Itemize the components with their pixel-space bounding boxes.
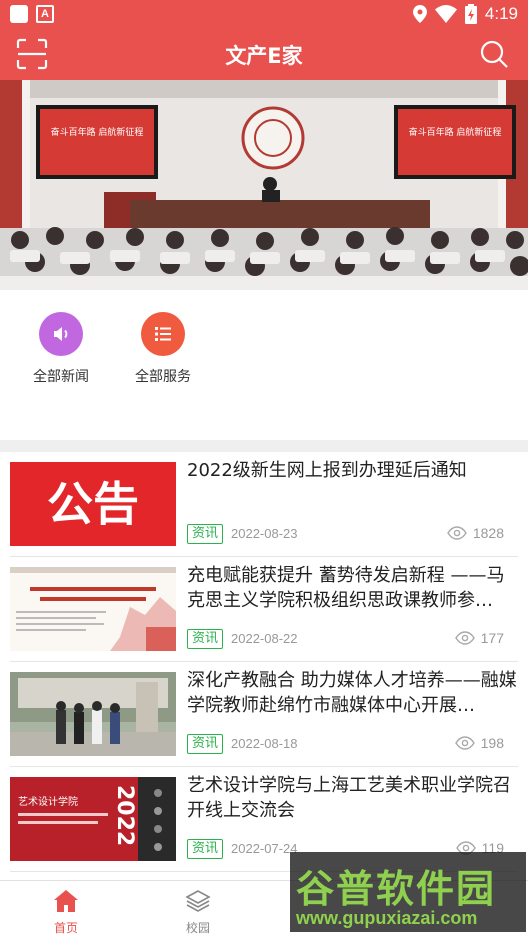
banner-screen-text-right: 奋斗百年路 启航新征程 [409,126,502,138]
news-thumbnail: 公告 [10,462,176,546]
list-item[interactable]: 充电赋能获提升 蓄势待发启新程 ——马克思主义学院积极组织思政课教师参… 资讯 … [10,557,518,662]
category-tag: 资讯 [187,629,224,649]
publish-date: 2022-08-23 [231,526,298,541]
nav-label-home: 首页 [53,921,78,935]
thumbnail-text: 艺术设计学院 [18,795,78,808]
eye-icon [454,631,475,645]
home-icon [54,890,78,912]
view-count: 177 [454,630,504,646]
thumbnail-text: 公告 [47,477,139,531]
all-services-label: 全部服务 [135,369,191,385]
publish-date: 2022-08-22 [231,631,298,646]
publish-date: 2022-07-24 [231,841,298,856]
category-tag: 资讯 [187,839,224,859]
quick-entry-panel: 全部新闻 全部服务 [0,290,528,440]
nav-label-campus: 校园 [185,921,210,935]
publish-date: 2022-08-18 [231,736,298,751]
list-item[interactable]: 深化产教融合 助力媒体人才培养——融媒学院教师赴绵竹市融媒体中心开展… 资讯 2… [10,662,518,767]
status-bar: A 4:19 [0,0,528,28]
news-title: 艺术设计学院与上海工艺美术职业学院召开线上交流会 [187,775,511,821]
eye-icon [454,736,475,750]
speaker-icon [39,312,83,356]
view-count-value: 1828 [472,525,504,541]
category-tag: 资讯 [187,734,224,754]
location-icon [412,5,427,23]
nav-item-home[interactable]: 首页 [16,889,116,936]
thumbnail-year: 2022 [112,785,137,846]
category-tag: 资讯 [187,524,224,544]
all-news-label: 全部新闻 [33,369,89,385]
news-title: 2022级新生网上报到办理延后通知 [187,460,467,481]
watermark-url: www.gupuxiazai.com [296,908,478,928]
banner-screen-text-left: 奋斗百年路 启航新征程 [51,126,144,138]
news-thumbnail: 艺术设计学院 2022 [10,777,176,861]
nav-item-campus[interactable]: 校园 [148,889,248,936]
page-title: 文产E家 [225,44,303,68]
view-count: 198 [454,735,504,751]
news-title: 深化产教融合 助力媒体人才培养——融媒学院教师赴绵竹市融媒体中心开展… [187,670,517,716]
news-title: 充电赋能获提升 蓄势待发启新程 ——马克思主义学院积极组织思政课教师参… [187,565,505,611]
layers-icon [185,890,211,912]
search-button[interactable] [478,38,510,70]
search-icon [480,40,508,68]
wifi-icon [434,5,457,23]
all-news-entry[interactable]: 全部新闻 [11,312,111,386]
app-notification-icon: A [36,5,54,23]
app-bar: 文产E家 [0,28,528,80]
battery-icon [464,4,477,24]
clock: 4:19 [484,4,518,23]
view-count: 1828 [447,525,504,541]
news-thumbnail [10,567,176,651]
list-item[interactable]: 公告 2022级新生网上报到办理延后通知 资讯 2022-08-23 1828 [10,452,518,557]
notification-icon [10,5,28,23]
eye-icon [447,526,467,540]
watermark-title: 谷普软件园 [296,867,497,911]
banner-image: 奋斗百年路 启航新征程 奋斗百年路 启航新征程 [0,80,528,290]
all-services-entry[interactable]: 全部服务 [113,312,213,386]
news-thumbnail [10,672,176,756]
banner-carousel[interactable]: 奋斗百年路 启航新征程 奋斗百年路 启航新征程 [0,80,528,290]
section-divider [0,440,528,452]
view-count-value: 177 [480,630,504,646]
watermark: 谷普软件园 www.gupuxiazai.com [290,852,526,932]
view-count-value: 198 [480,735,504,751]
list-icon [141,312,185,356]
